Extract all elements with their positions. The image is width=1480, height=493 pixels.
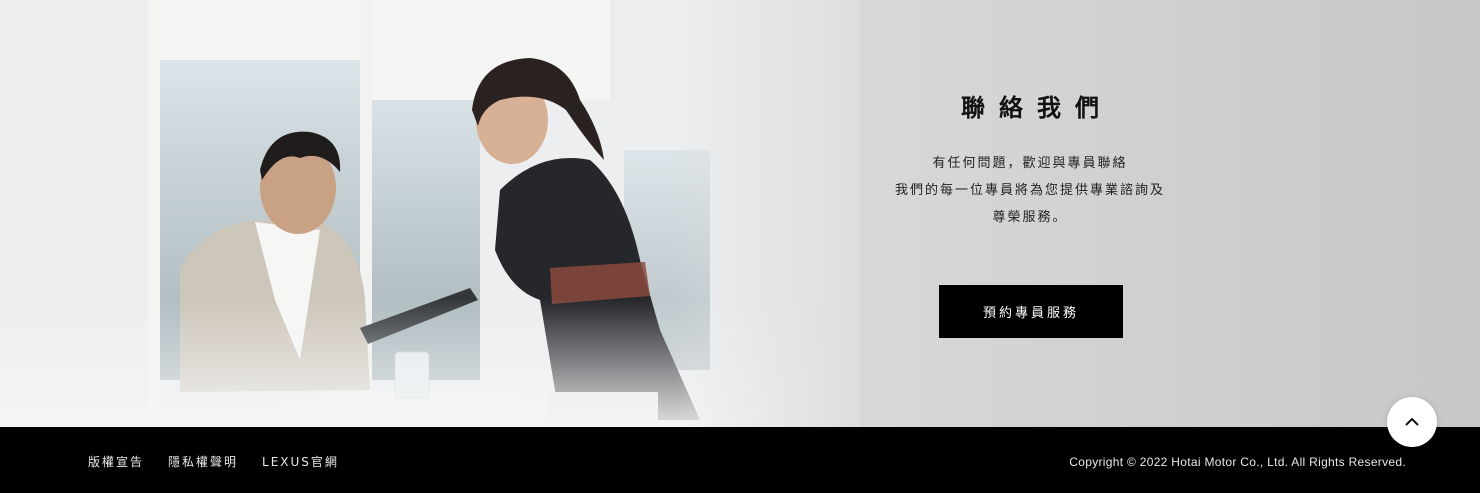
footer-link-lexus-site[interactable]: LEXUS官網 <box>262 453 339 470</box>
footer-link-copyright-notice[interactable]: 版權宣告 <box>88 453 144 470</box>
chevron-up-icon <box>1405 417 1419 426</box>
hero-photo <box>0 0 860 427</box>
contact-hero: 聯絡我們 有任何問題，歡迎與專員聯絡 我們的每一位專員將為您提供專業諮詢及 尊榮… <box>0 0 1480 427</box>
contact-desc-line: 我們的每一位專員將為您提供專業諮詢及 <box>894 183 1165 198</box>
contact-desc-line: 有任何問題，歡迎與專員聯絡 <box>932 156 1128 171</box>
footer-links: 版權宣告 隱私權聲明 LEXUS官網 <box>88 453 339 470</box>
copyright-text: Copyright © 2022 Hotai Motor Co., Ltd. A… <box>1069 455 1406 469</box>
contact-description: 有任何問題，歡迎與專員聯絡 我們的每一位專員將為您提供專業諮詢及 尊榮服務。 <box>850 150 1210 231</box>
contact-section: 聯絡我們 有任何問題，歡迎與專員聯絡 我們的每一位專員將為您提供專業諮詢及 尊榮… <box>850 0 1210 427</box>
contact-desc-line: 尊榮服務。 <box>992 210 1068 225</box>
footer-link-privacy-policy[interactable]: 隱私權聲明 <box>168 453 238 470</box>
contact-title: 聯絡我們 <box>961 94 1113 122</box>
back-to-top-button[interactable] <box>1387 397 1437 447</box>
book-consultant-button[interactable]: 預約專員服務 <box>939 285 1123 338</box>
footer: 版權宣告 隱私權聲明 LEXUS官網 Copyright © 2022 Hota… <box>0 427 1480 493</box>
